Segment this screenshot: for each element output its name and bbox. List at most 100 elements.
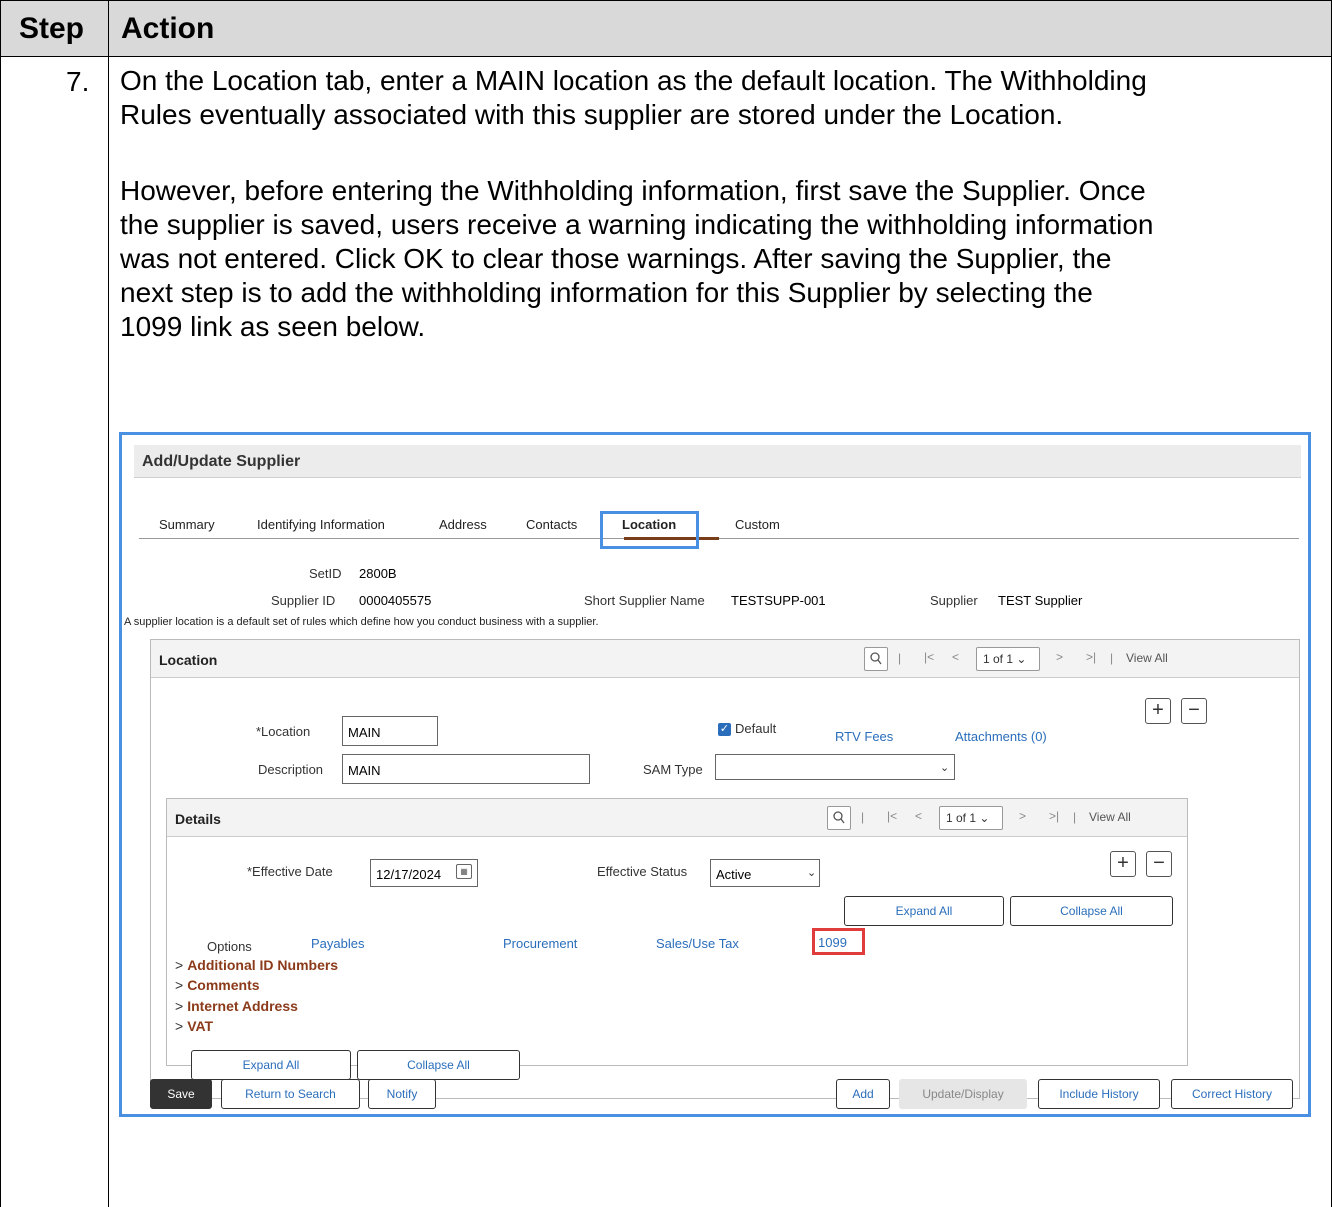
sales-use-tax-link[interactable]: Sales/Use Tax <box>656 936 739 951</box>
instruction-paragraph-2: However, before entering the Withholding… <box>120 174 1320 344</box>
step-number: 7. <box>66 66 90 97</box>
first-page-icon[interactable]: |< <box>924 650 934 664</box>
delete-row-icon[interactable]: − <box>1146 851 1172 877</box>
short-supplier-name-value: TESTSUPP-001 <box>731 593 826 608</box>
column-divider <box>108 0 109 1207</box>
notify-button[interactable]: Notify <box>368 1079 436 1109</box>
setid-value: 2800B <box>359 566 397 581</box>
delete-row-icon[interactable]: − <box>1181 698 1207 724</box>
sam-type-select[interactable] <box>715 754 955 780</box>
last-page-icon[interactable]: >| <box>1049 809 1059 823</box>
supplier-label: Supplier <box>930 593 978 608</box>
calendar-icon[interactable]: ▦ <box>456 864 472 879</box>
next-icon[interactable]: > <box>1056 650 1063 664</box>
tab-identifying-information[interactable]: Identifying Information <box>257 517 385 532</box>
search-icon[interactable] <box>827 806 851 830</box>
separator: | <box>1073 810 1077 824</box>
description-label: Description <box>258 762 324 777</box>
page-indicator: 1 of 1 <box>946 811 977 825</box>
embedded-screenshot: Add/Update Supplier Summary Identifying … <box>119 432 1311 1117</box>
previous-icon[interactable]: < <box>952 650 959 664</box>
add-row-icon[interactable]: + <box>1110 851 1136 877</box>
effective-date-value: 12/17/2024 <box>376 867 442 882</box>
chevron-down-icon: ⌄ <box>979 811 990 825</box>
procurement-link[interactable]: Procurement <box>503 936 577 951</box>
details-panel: Details | |< < 1 of 1 ⌄ > >| | View All … <box>166 798 1188 1066</box>
save-button[interactable]: Save <box>150 1079 212 1109</box>
next-icon[interactable]: > <box>1019 809 1026 823</box>
last-page-icon[interactable]: >| <box>1086 650 1096 664</box>
action-column-header: Action <box>121 12 215 45</box>
view-all-link[interactable]: View All <box>1126 651 1168 665</box>
section-title: Comments <box>187 977 260 993</box>
collapse-all-bottom-button[interactable]: Collapse All <box>357 1050 520 1080</box>
effective-status-label: Effective Status <box>597 864 688 879</box>
default-checkbox[interactable]: ✓ <box>718 723 731 736</box>
location-tab-highlight-box <box>600 511 699 549</box>
tab-address[interactable]: Address <box>439 517 487 532</box>
page-title-bar: Add/Update Supplier <box>134 445 1301 478</box>
location-panel: Location | |< < 1 of 1 ⌄ > >| | View All… <box>150 639 1300 1099</box>
separator: | <box>861 810 865 824</box>
instruction-paragraph-1: On the Location tab, enter a MAIN locati… <box>120 64 1320 132</box>
view-all-link[interactable]: View All <box>1089 810 1131 824</box>
section-additional-id-numbers[interactable]: > Additional ID Numbers <box>175 957 338 973</box>
attachments-link[interactable]: Attachments (0) <box>955 729 1047 744</box>
p2-line: was not entered. Click OK to clear those… <box>120 243 1112 274</box>
update-display-button: Update/Display <box>899 1079 1027 1109</box>
p1-line: On the Location tab, enter a MAIN locati… <box>120 65 1147 96</box>
p1-line: Rules eventually associated with this su… <box>120 99 1064 130</box>
add-button[interactable]: Add <box>836 1079 890 1109</box>
description-input[interactable]: MAIN <box>342 754 590 784</box>
details-panel-nav: | |< < 1 of 1 ⌄ > >| | View All <box>827 806 1167 830</box>
page-select[interactable]: 1 of 1 ⌄ <box>976 647 1040 671</box>
separator: | <box>898 651 902 665</box>
details-panel-title: Details <box>175 811 221 827</box>
table-header: Step Action <box>0 0 1332 57</box>
section-comments[interactable]: > Comments <box>175 977 260 993</box>
chevron-right-icon: > <box>175 957 184 973</box>
p2-line: However, before entering the Withholding… <box>120 175 1146 206</box>
location-panel-title: Location <box>159 652 218 668</box>
setid-label: SetID <box>309 566 342 581</box>
supplier-id-label: Supplier ID <box>271 593 336 608</box>
chevron-down-icon: ⌄ <box>940 762 950 774</box>
return-to-search-button[interactable]: Return to Search <box>221 1079 360 1109</box>
tab-bar: Summary Identifying Information Address … <box>139 505 1299 540</box>
section-title: Internet Address <box>187 998 298 1014</box>
section-internet-address[interactable]: > Internet Address <box>175 998 298 1014</box>
short-supplier-name-label: Short Supplier Name <box>584 593 705 608</box>
previous-icon[interactable]: < <box>915 809 922 823</box>
effective-status-select[interactable]: Active <box>710 859 820 887</box>
section-vat[interactable]: > VAT <box>175 1018 213 1034</box>
p2-line: the supplier is saved, users receive a w… <box>120 209 1154 240</box>
first-page-icon[interactable]: |< <box>887 809 897 823</box>
chevron-right-icon: > <box>175 977 184 993</box>
include-history-button[interactable]: Include History <box>1038 1079 1160 1109</box>
tab-summary[interactable]: Summary <box>159 517 215 532</box>
add-row-icon[interactable]: + <box>1145 698 1171 724</box>
location-panel-header: Location | |< < 1 of 1 ⌄ > >| | View All <box>151 640 1299 678</box>
location-input[interactable]: MAIN <box>342 716 438 746</box>
payables-link[interactable]: Payables <box>311 936 364 951</box>
tab-custom[interactable]: Custom <box>735 517 780 532</box>
page-select[interactable]: 1 of 1 ⌄ <box>939 806 1003 830</box>
rtv-fees-link[interactable]: RTV Fees <box>835 729 893 744</box>
expand-all-bottom-button[interactable]: Expand All <box>191 1050 351 1080</box>
effective-date-label: *Effective Date <box>247 864 333 879</box>
search-icon[interactable] <box>864 647 888 671</box>
location-description-text: A supplier location is a default set of … <box>124 616 599 628</box>
details-panel-header: Details | |< < 1 of 1 ⌄ > >| | View All <box>167 799 1187 837</box>
tab-contacts[interactable]: Contacts <box>526 517 577 532</box>
collapse-all-button[interactable]: Collapse All <box>1010 896 1173 926</box>
supplier-value: TEST Supplier <box>998 593 1083 608</box>
sam-type-label: SAM Type <box>643 762 703 777</box>
expand-all-button[interactable]: Expand All <box>844 896 1004 926</box>
page-title: Add/Update Supplier <box>142 453 301 470</box>
chevron-down-icon: ⌄ <box>1016 652 1027 666</box>
correct-history-button[interactable]: Correct History <box>1171 1079 1293 1109</box>
page-indicator: 1 of 1 <box>983 652 1014 666</box>
section-title: Additional ID Numbers <box>187 957 339 973</box>
table-left-border <box>0 0 1 1207</box>
chevron-right-icon: > <box>175 1018 184 1034</box>
